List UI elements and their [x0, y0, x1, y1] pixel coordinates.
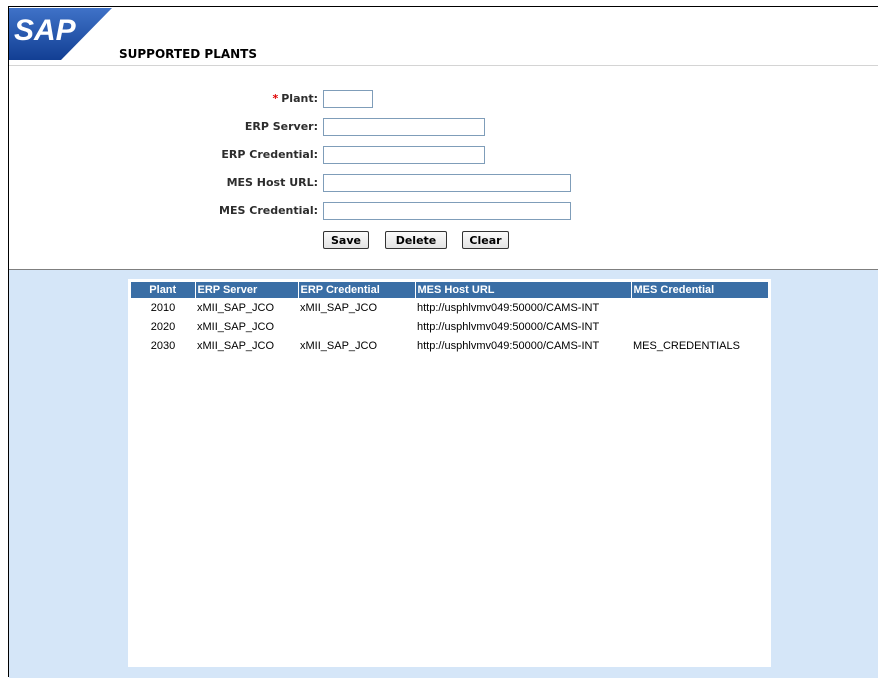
svg-text:R: R [87, 50, 90, 56]
cell-erp-credential: xMII_SAP_JCO [300, 301, 378, 314]
table-row[interactable]: 2010 xMII_SAP_JCO xMII_SAP_JCO http://us… [131, 298, 768, 317]
sap-logo: SAP R [9, 8, 112, 60]
mes-credential-input[interactable] [323, 202, 571, 220]
cell-mes-credential: MES_CREDENTIALS [633, 339, 740, 352]
column-header-erp-credential[interactable]: ERP Credential [298, 282, 416, 298]
erp-server-label: ERP Server: [244, 120, 318, 133]
mes-host-url-label: MES Host URL: [226, 176, 318, 189]
column-header-mes-host-url[interactable]: MES Host URL [415, 282, 632, 298]
erp-credential-input[interactable] [323, 146, 485, 164]
header-divider [9, 65, 878, 66]
plant-label: * Plant: [272, 92, 318, 105]
cell-erp-server: xMII_SAP_JCO [197, 301, 275, 314]
clear-button[interactable]: Clear [462, 231, 509, 249]
plant-input[interactable] [323, 90, 373, 108]
mes-credential-label-row: MES Credential: [200, 202, 318, 220]
plant-label-text: Plant: [281, 92, 318, 105]
erp-credential-label-row: ERP Credential: [200, 146, 318, 164]
cell-mes-host-url: http://usphlvmv049:50000/CAMS-INT [417, 320, 600, 333]
cell-erp-server: xMII_SAP_JCO [197, 339, 275, 352]
mes-credential-label: MES Credential: [219, 204, 318, 217]
cell-mes-host-url: http://usphlvmv049:50000/CAMS-INT [417, 301, 600, 314]
column-header-plant[interactable]: Plant [131, 282, 196, 298]
column-header-erp-server[interactable]: ERP Server [195, 282, 299, 298]
delete-button[interactable]: Delete [385, 231, 447, 249]
required-marker: * [272, 92, 279, 105]
cell-erp-credential [298, 317, 415, 336]
table-row[interactable]: 2020 xMII_SAP_JCO http://usphlvmv049:500… [131, 317, 768, 336]
logo-text: SAP [14, 14, 77, 47]
page-title: SUPPORTED PLANTS [119, 47, 257, 61]
cell-erp-credential: xMII_SAP_JCO [300, 339, 378, 352]
cell-erp-server: xMII_SAP_JCO [197, 320, 275, 333]
table-row[interactable]: 2030 xMII_SAP_JCO xMII_SAP_JCO http://us… [131, 336, 768, 355]
cell-plant: 2020 [150, 320, 176, 333]
erp-server-label-row: ERP Server: [200, 118, 318, 136]
erp-credential-label: ERP Credential: [221, 148, 318, 161]
mes-host-url-input[interactable] [323, 174, 571, 192]
plants-table: Plant ERP Server ERP Credential MES Host… [131, 282, 769, 355]
erp-server-input[interactable] [323, 118, 485, 136]
column-header-mes-credential[interactable]: MES Credential [631, 282, 769, 298]
save-button[interactable]: Save [323, 231, 369, 249]
cell-mes-host-url: http://usphlvmv049:50000/CAMS-INT [417, 339, 600, 352]
mes-host-url-label-row: MES Host URL: [200, 174, 318, 192]
cell-mes-credential [631, 317, 768, 336]
cell-plant: 2010 [150, 301, 176, 314]
cell-plant: 2030 [150, 339, 176, 352]
cell-mes-credential [631, 298, 768, 317]
table-header-row: Plant ERP Server ERP Credential MES Host… [131, 282, 769, 298]
plant-label-row: * Plant: [200, 90, 318, 108]
